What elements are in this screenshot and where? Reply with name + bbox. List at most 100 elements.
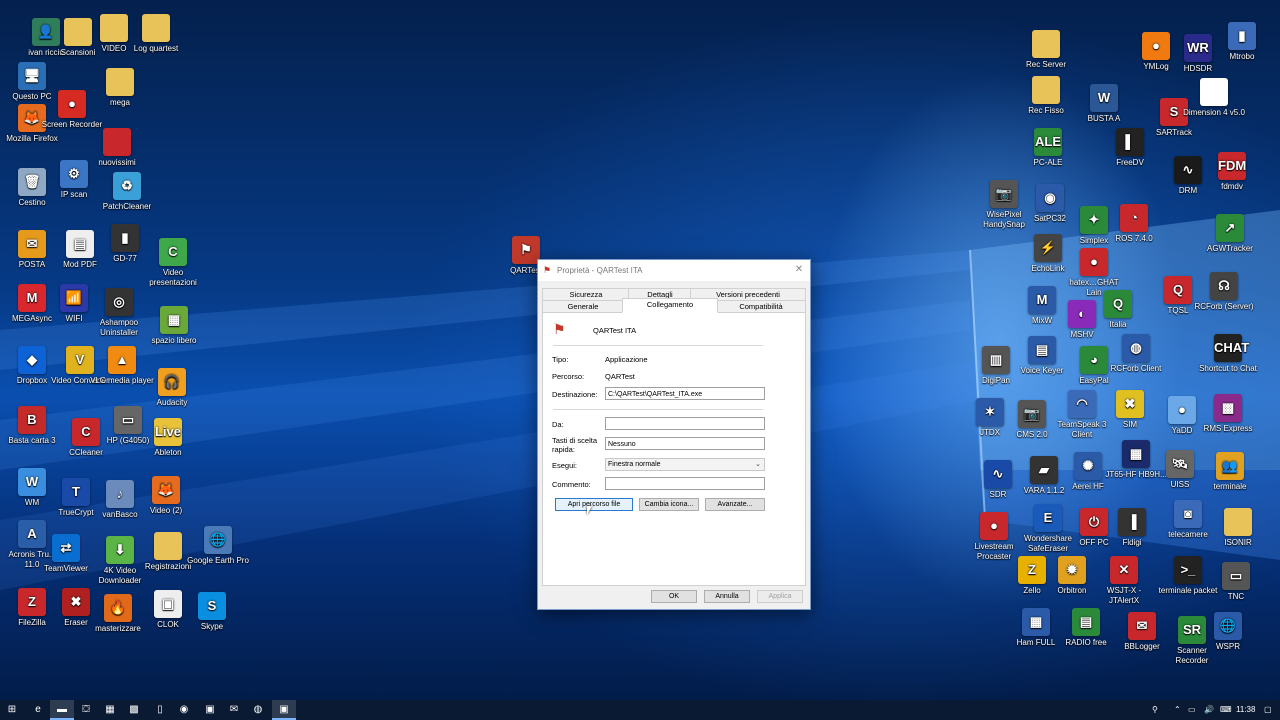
desktop-icon[interactable]: ✕ WSJT-X - JTAlertX — [1092, 556, 1156, 606]
desktop-icon-label: PC-ALE — [1033, 158, 1063, 167]
desktop-icon[interactable]: ▮ Mtrobo — [1210, 22, 1274, 62]
desktop-icon[interactable]: FDM fdmdv — [1200, 152, 1264, 192]
app-shortcut-icon: T — [62, 478, 90, 506]
desktop-icon-label: terminale — [1213, 482, 1247, 491]
desktop-icon[interactable]: ISONIR — [1206, 508, 1270, 548]
app-shortcut-icon: ⬇ — [106, 536, 134, 564]
desktop-icon[interactable]: 🌐 WSPR — [1196, 612, 1260, 652]
da-field[interactable] — [605, 417, 765, 430]
desktop-icon[interactable]: C Video presentazioni — [141, 238, 205, 288]
app-shortcut-icon: ▤ — [66, 230, 94, 258]
desktop-icon[interactable]: Log quartest — [124, 14, 188, 54]
app-shortcut-icon: 🦊 — [152, 476, 180, 504]
desktop-icon[interactable]: 👥 terminale — [1198, 452, 1262, 492]
desktop-icon[interactable]: ▭ TNC — [1204, 562, 1268, 602]
store-icon[interactable]: ⛋ — [74, 700, 98, 720]
start-windows-icon[interactable]: ⊞ — [0, 700, 24, 720]
app-shortcut-icon: C — [159, 238, 187, 266]
tasti-field[interactable]: Nessuno — [605, 437, 765, 450]
destinazione-field[interactable]: C:\QARTest\QARTest_ITA.exe — [605, 387, 765, 400]
desktop-icon-label: Italia — [1109, 320, 1127, 329]
volume-icon[interactable]: 🔊 — [1204, 700, 1214, 720]
network-icon[interactable]: ▭ — [1188, 700, 1196, 720]
desktop-icon[interactable]: ▐ Fldigi — [1100, 508, 1164, 548]
chrome-icon[interactable]: ◍ — [246, 700, 270, 720]
desktop-icon[interactable]: CHAT Shortcut to Chat — [1196, 334, 1260, 374]
annulla-button[interactable]: Annulla — [704, 590, 750, 603]
clock[interactable]: 11:38 — [1236, 700, 1255, 720]
desktop-icon[interactable]: ↗ AGWTracker — [1198, 214, 1262, 254]
desktop-icon[interactable]: 🌐 Google Earth Pro — [186, 526, 250, 566]
apri-percorso-file-button[interactable]: Apri percorso file — [555, 498, 633, 511]
app-shortcut-icon: 🔥 — [104, 594, 132, 622]
app-shortcut-icon: ◠ — [1068, 390, 1096, 418]
desktop-icon[interactable]: Dimension 4 v5.0 — [1182, 78, 1246, 118]
desktop-icon[interactable]: 🦊 Video (2) — [134, 476, 198, 516]
desktop-icon[interactable]: ▦ spazio libero — [142, 306, 206, 346]
esegui-select[interactable]: Finestra normale ⌄ — [605, 458, 765, 471]
keyboard-icon[interactable]: ⌨ — [1220, 700, 1232, 720]
desktop-icon[interactable]: S Skype — [180, 592, 244, 632]
dialog-titlebar[interactable]: ⚑ Proprietà - QARTest ITA ✕ — [538, 260, 810, 281]
desktop-icon-label: WSJT-X - JTAlertX — [1106, 586, 1142, 605]
app-shortcut-icon: 📷 — [1018, 400, 1046, 428]
desktop-icon-label: DigiPan — [981, 376, 1010, 385]
desktop-icon[interactable]: Rec Server — [1014, 30, 1078, 70]
app-shortcut-icon: 🖥 — [18, 62, 46, 90]
desktop-icon[interactable]: Live Ableton — [136, 418, 200, 458]
collegamento-panel: ⚑ QARTest ITA Tipo: Applicazione Percors… — [542, 312, 806, 586]
app-shortcut-icon — [1032, 30, 1060, 58]
desktop-icon[interactable]: ● Screen Recorder — [40, 90, 104, 130]
app-shortcut-icon: ▰ — [1030, 456, 1058, 484]
shortcut-app-icon: ⚑ — [543, 265, 552, 275]
notifications-icon[interactable]: ▢ — [1264, 700, 1272, 720]
ok-button[interactable]: OK — [651, 590, 697, 603]
chevron-up-icon[interactable]: ⌃ — [1174, 700, 1181, 720]
destinazione-label: Destinazione: — [552, 390, 598, 399]
app-icon[interactable]: ▣ — [272, 700, 296, 720]
desktop-icon-label: Video presentazioni — [149, 268, 197, 287]
desktop-icon-label: Ableton — [154, 448, 182, 457]
edge-browser-icon[interactable]: e — [26, 700, 50, 720]
firefox-icon[interactable]: ◉ — [172, 700, 196, 720]
commento-field[interactable] — [605, 477, 765, 490]
desktop-icon[interactable]: ALE PC-ALE — [1016, 128, 1080, 168]
avanzate-button[interactable]: Avanzate... — [705, 498, 765, 511]
app-shortcut-icon: ▲ — [108, 346, 136, 374]
desktop-icon[interactable]: ▌ FreeDV — [1098, 128, 1162, 168]
app-icon[interactable]: ▣ — [198, 700, 222, 720]
network-people-icon[interactable]: ⚲ — [1152, 700, 1158, 720]
desktop-icon-label: spazio libero — [151, 336, 197, 345]
desktop-icon[interactable]: 🎧 Audacity — [140, 368, 204, 408]
desktop-icon-label: Google Earth Pro — [187, 556, 249, 565]
desktop-icon[interactable]: W BUSTA A — [1072, 84, 1136, 124]
desktop-icon-label: EasyPal — [1079, 376, 1109, 385]
tab-collegamento[interactable]: Collegamento — [622, 298, 718, 313]
desktop-icon[interactable]: ▤ RADIO free — [1054, 608, 1118, 648]
grid-app-icon[interactable]: ▦ — [98, 700, 122, 720]
desktop-icon[interactable]: ◍ RCForb Client — [1104, 334, 1168, 374]
file-explorer-icon[interactable]: ▬ — [50, 700, 74, 720]
app-shortcut-icon: 📷 — [990, 180, 1018, 208]
app-shortcut-icon: 🛰 — [1166, 450, 1194, 478]
app-icon[interactable]: ▩ — [122, 700, 146, 720]
calculator-icon[interactable]: ▯ — [148, 700, 172, 720]
desktop-icon-label: Fldigi — [1122, 538, 1142, 547]
desktop-icon[interactable]: ◔ ROS 7.4.0 — [1102, 204, 1166, 244]
close-icon[interactable]: ✕ — [792, 263, 806, 277]
chevron-down-icon: ⌄ — [755, 461, 761, 468]
cambia-icona-button[interactable]: Cambia icona... — [639, 498, 699, 511]
desktop-icon[interactable]: ♻ PatchCleaner — [95, 172, 159, 212]
desktop-icon[interactable]: Rec Fisso — [1014, 76, 1078, 116]
app-shortcut-icon: ◙ — [1174, 500, 1202, 528]
desktop-icon[interactable]: Q Italia — [1086, 290, 1150, 330]
desktop-icon-label: PatchCleaner — [102, 202, 152, 211]
desktop-icon[interactable]: ☊ RCForb (Server) — [1192, 272, 1256, 312]
desktop-icon[interactable]: ▩ RMS Express — [1196, 394, 1260, 434]
app-shortcut-icon: 👥 — [1216, 452, 1244, 480]
mail-icon[interactable]: ✉ — [222, 700, 246, 720]
app-shortcut-icon: ▣ — [154, 590, 182, 618]
app-shortcut-icon: B — [18, 406, 46, 434]
applica-button[interactable]: Applica — [757, 590, 803, 603]
properties-dialog: ⚑ Proprietà - QARTest ITA ✕ Sicurezza De… — [537, 259, 811, 610]
